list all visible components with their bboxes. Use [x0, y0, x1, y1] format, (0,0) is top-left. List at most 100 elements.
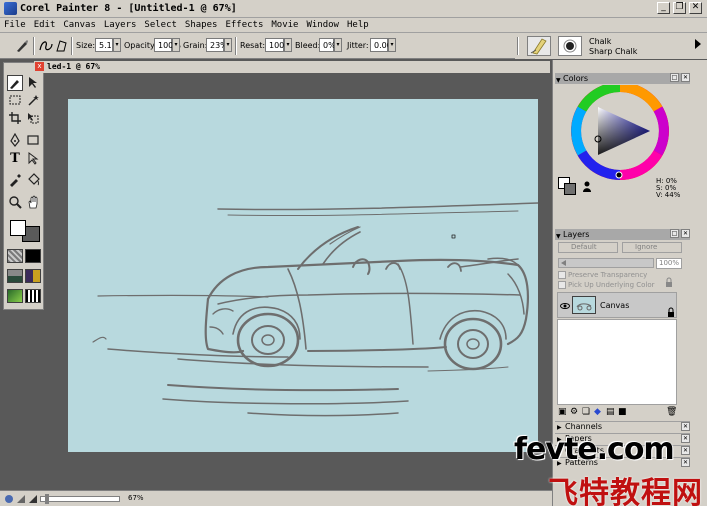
composite-method-dropdown[interactable]: Default [558, 242, 618, 253]
clone-color-icon[interactable] [582, 181, 592, 193]
menu-window[interactable]: Window [302, 18, 343, 32]
menu-file[interactable]: File [0, 18, 30, 32]
resat-spinner[interactable]: ▾ [284, 38, 292, 52]
menu-canvas[interactable]: Canvas [59, 18, 100, 32]
brush-category-label: Chalk [589, 37, 612, 46]
gradient-selector[interactable] [25, 249, 41, 263]
zoom-slider[interactable] [40, 494, 120, 504]
preserve-transparency-checkbox[interactable] [558, 271, 566, 279]
bleed-field[interactable]: 0% [319, 38, 336, 52]
gradients-panel-close-icon[interactable]: ✕ [681, 446, 690, 455]
layer-adjuster-tool[interactable] [25, 75, 41, 91]
delete-layer-icon[interactable]: 🗑 [666, 407, 677, 417]
selection-adjuster-tool[interactable] [25, 111, 41, 127]
shape-selection-tool[interactable] [25, 151, 41, 167]
colors-panel-close-icon[interactable]: ✕ [681, 73, 690, 82]
navigator-icon[interactable] [4, 494, 14, 504]
status-bar: 67% [0, 490, 552, 506]
composite-depth-dropdown[interactable]: Ignore [622, 242, 682, 253]
grabber-hand-tool[interactable] [25, 195, 41, 211]
layers-panel-title: Layers [563, 230, 590, 239]
text-tool[interactable]: T [7, 151, 23, 167]
brush-tool-icon[interactable] [14, 38, 30, 54]
lock-icon[interactable] [664, 277, 674, 287]
brush-selector-arrow-icon[interactable] [695, 39, 701, 49]
menu-help[interactable]: Help [343, 18, 373, 32]
straight-line-stroke-icon[interactable] [54, 38, 70, 54]
menu-shapes[interactable]: Shapes [181, 18, 222, 32]
magic-wand-tool[interactable] [25, 93, 41, 109]
pick-up-underlying-color-label: Pick Up Underlying Color [568, 281, 655, 289]
rectangular-shape-tool[interactable] [25, 133, 41, 149]
looks-selector[interactable] [25, 289, 41, 303]
main-color-swatch[interactable] [10, 220, 26, 236]
close-button[interactable]: ✕ [689, 2, 702, 14]
jitter-spinner[interactable]: ▾ [388, 38, 396, 52]
minimize-button[interactable]: _ [657, 2, 670, 14]
colors-panel-menu-icon[interactable]: □ [670, 73, 679, 82]
nozzle-selector[interactable] [7, 289, 23, 303]
new-layer-icon[interactable]: ▤ [606, 407, 615, 417]
brush-tool[interactable] [7, 75, 23, 91]
size-field[interactable]: 5.1 [95, 38, 113, 52]
menu-select[interactable]: Select [140, 18, 181, 32]
layer-commands-icon[interactable]: ❏ [582, 407, 590, 417]
weaving-selector[interactable] [25, 269, 41, 283]
grain-field[interactable]: 23% [206, 38, 228, 52]
layer-adjuster-icon[interactable]: ▣ [558, 407, 567, 417]
layer-visibility-eye-icon[interactable] [560, 301, 570, 311]
size-spinner[interactable]: ▾ [113, 38, 121, 52]
resat-field[interactable]: 100% [265, 38, 292, 52]
watermark-site-text: fevte.com [514, 432, 675, 467]
grain-spinner[interactable]: ▾ [224, 38, 232, 52]
channels-panel-header[interactable]: ▶ Channels [555, 421, 690, 432]
zoom-out-icon[interactable] [16, 494, 26, 504]
freehand-stroke-icon[interactable] [38, 38, 54, 54]
layers-panel-menu-icon[interactable]: □ [670, 229, 679, 238]
papers-panel-close-icon[interactable]: ✕ [681, 434, 690, 443]
layers-panel-close-icon[interactable]: ✕ [681, 229, 690, 238]
title-bar: Corel Painter 8 - [Untitled-1 @ 67%] _ ❐… [0, 0, 707, 18]
zoom-in-icon[interactable] [28, 494, 38, 504]
colors-panel-title: Colors [563, 74, 589, 83]
brush-category-button[interactable] [527, 36, 551, 56]
crop-tool[interactable] [7, 111, 23, 127]
layer-thumbnail [572, 296, 596, 314]
magnifier-tool[interactable] [7, 195, 23, 211]
paint-bucket-tool[interactable] [25, 173, 41, 189]
watermark-chinese-text: 飞特教程网 [548, 476, 703, 506]
bleed-spinner[interactable]: ▾ [334, 38, 342, 52]
opacity-spinner[interactable]: ▾ [172, 38, 180, 52]
pen-tool[interactable] [7, 132, 23, 149]
layer-opacity-field[interactable]: 100% [656, 258, 682, 269]
new-mask-icon[interactable]: ■ [618, 407, 627, 417]
rectangular-selection-tool[interactable] [7, 93, 23, 109]
dropper-tool[interactable] [7, 173, 23, 189]
bleed-label: Bleed: [295, 41, 321, 50]
menu-layers[interactable]: Layers [100, 18, 141, 32]
layer-row-canvas[interactable]: Canvas [557, 292, 677, 318]
patterns-panel-close-icon[interactable]: ✕ [681, 458, 690, 467]
layer-list-empty-area[interactable] [557, 319, 677, 405]
brush-variant-button[interactable] [558, 36, 582, 56]
restore-button[interactable]: ❐ [673, 2, 686, 14]
opacity-field[interactable]: 100% [154, 38, 181, 52]
document-title-bar [34, 61, 550, 73]
document-close-icon[interactable]: x [35, 62, 44, 71]
colors-additional-swatch[interactable] [564, 183, 576, 195]
resat-label: Resat: [240, 41, 266, 50]
pattern-selector[interactable] [7, 269, 23, 283]
layer-opacity-slider[interactable] [558, 258, 654, 268]
menu-movie[interactable]: Movie [267, 18, 302, 32]
menu-effects[interactable]: Effects [221, 18, 267, 32]
layer-lock-icon[interactable] [666, 307, 676, 317]
layer-mask-icon[interactable]: ◆ [594, 407, 601, 417]
value-readout: V: 44% [656, 191, 681, 199]
jitter-field[interactable]: 0.00 [370, 38, 392, 52]
menu-edit[interactable]: Edit [30, 18, 60, 32]
channels-panel-close-icon[interactable]: ✕ [681, 422, 690, 431]
dynamic-plugins-icon[interactable]: ⚙ [570, 407, 578, 417]
grain-label: Grain: [183, 41, 208, 50]
paper-selector[interactable] [7, 249, 23, 263]
pick-up-underlying-color-checkbox[interactable] [558, 281, 566, 289]
